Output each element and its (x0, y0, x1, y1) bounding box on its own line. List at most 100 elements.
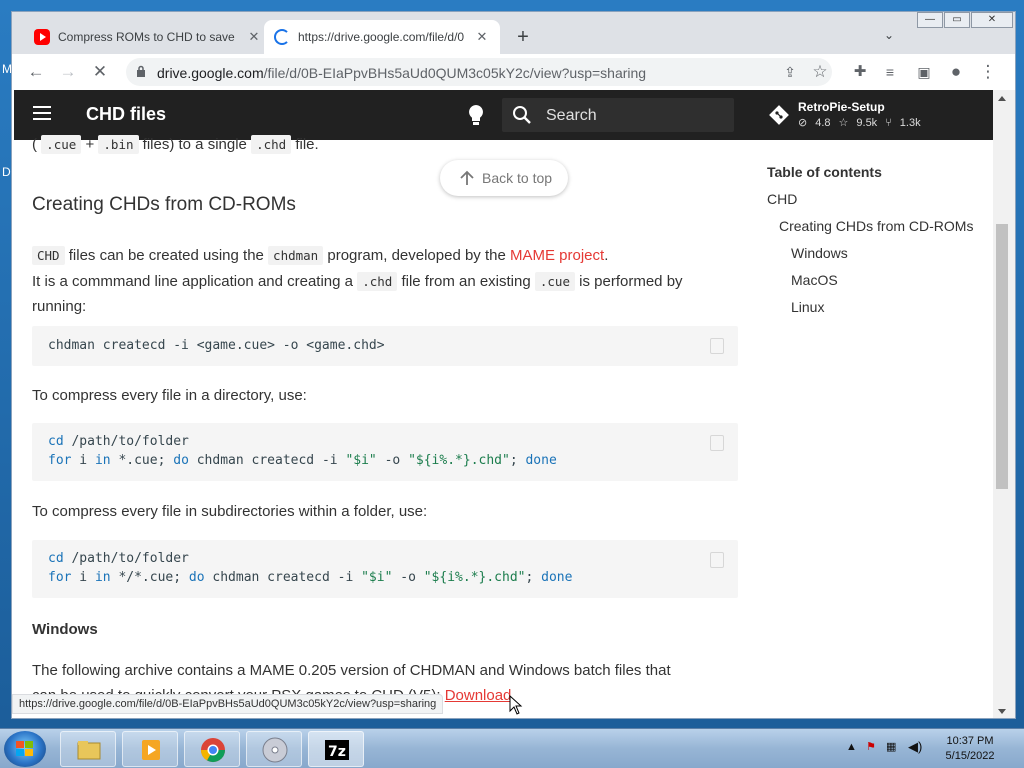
repo-stars: 9.5k (856, 117, 878, 129)
fork-icon: ⑂ (885, 117, 892, 129)
download-link[interactable]: Download (445, 687, 512, 704)
repo-link[interactable]: RetroPie-Setup ⊘ 4.8 ☆ 9.5k ⑂ 1.3k (768, 98, 968, 132)
section-heading-windows: Windows (32, 621, 98, 638)
page-viewport: CHD files Search RetroPie-Setup ⊘ 4.8 ☆ 9.5… (12, 90, 993, 718)
toc-item-linux[interactable]: Linux (791, 299, 824, 315)
share-icon[interactable]: ⇪ (780, 62, 800, 82)
paragraph: To compress every file in a directory, u… (32, 387, 307, 404)
volume-icon[interactable]: ◀) (908, 739, 922, 755)
clock[interactable]: 10:37 PM 5/15/2022 (935, 734, 1005, 764)
code-block: cd /path/to/folder for i in */*.cue; do … (32, 540, 738, 598)
profile-avatar-icon[interactable]: ● (946, 62, 966, 82)
repo-name: RetroPie-Setup (798, 100, 885, 114)
disc-icon (262, 737, 288, 763)
minimize-icon[interactable]: — (917, 12, 943, 28)
tab-search-chevron-icon[interactable]: ⌄ (884, 28, 894, 42)
svg-text:7z: 7z (328, 744, 346, 760)
clock-date: 5/15/2022 (945, 750, 995, 762)
back-to-top-label: Back to top (482, 170, 553, 186)
mouse-cursor-icon (509, 695, 523, 715)
paragraph: To compress every file in subdirectories… (32, 503, 428, 520)
extensions-puzzle-icon[interactable]: ✚ (850, 62, 870, 82)
paragraph: The following archive contains a MAME 0.… (32, 662, 671, 679)
scroll-down-icon[interactable] (998, 709, 1006, 714)
start-button[interactable] (4, 731, 46, 767)
page-title: CHD files (86, 104, 167, 124)
network-icon[interactable]: ▦ (886, 740, 896, 753)
mame-project-link[interactable]: MAME project (510, 247, 604, 264)
star-icon: ☆ (838, 117, 849, 129)
chrome-icon (201, 738, 225, 763)
repo-facts: ⊘ 4.8 ☆ 9.5k ⑂ 1.3k (798, 116, 929, 129)
browser-window: Compress ROMs to CHD to save ✕ https://d… (11, 11, 1016, 719)
close-tab-icon[interactable]: ✕ (246, 29, 262, 45)
search-icon (513, 106, 531, 124)
folder-icon (77, 741, 101, 760)
scroll-up-icon[interactable] (998, 96, 1006, 101)
taskbar-chrome[interactable] (184, 731, 240, 767)
toc-item-creating-chds[interactable]: Creating CHDs from CD-ROMs (779, 218, 973, 234)
page-scrollbar[interactable] (993, 90, 1015, 718)
system-tray: ▲ ⚑ ▦ ◀) 10:37 PM 5/15/2022 (840, 729, 1024, 768)
youtube-icon (34, 29, 50, 45)
windows-taskbar: 7z ▲ ⚑ ▦ ◀) 10:37 PM 5/15/2022 (0, 728, 1024, 768)
close-tab-icon[interactable]: ✕ (474, 29, 490, 45)
hamburger-menu-icon[interactable] (33, 106, 51, 120)
previous-paragraph-fragment: ( .cue + .bin files) to a single .chd fi… (32, 135, 319, 154)
copy-icon[interactable] (710, 338, 724, 354)
taskbar-media-player[interactable] (122, 731, 178, 767)
address-bar[interactable]: drive.google.com/file/d/0B-EIaPpvBHs5aUd… (126, 58, 832, 86)
browser-toolbar: ← → ✕ drive.google.com/file/d/0B-EIaPpvB… (12, 54, 1015, 90)
back-to-top-button[interactable]: Back to top (440, 160, 568, 196)
bookmark-star-icon[interactable]: ☆ (810, 62, 830, 82)
7zip-icon: 7z (325, 740, 349, 760)
tab-strip: Compress ROMs to CHD to save ✕ https://d… (12, 12, 1015, 54)
new-tab-plus-icon[interactable]: + (510, 25, 536, 51)
menu-kebab-icon[interactable]: ⋮ (978, 62, 998, 82)
toc-title: Table of contents (767, 164, 882, 180)
site-search[interactable]: Search (502, 98, 734, 132)
status-bar-url: https://drive.google.com/file/d/0B-EIaPp… (12, 694, 444, 714)
tab-drive[interactable]: https://drive.google.com/file/d/0 ✕ (264, 20, 500, 54)
taskbar-explorer[interactable] (60, 731, 116, 767)
scrollbar-thumb[interactable] (996, 224, 1008, 489)
arrow-up-icon (460, 170, 474, 185)
code-block: chdman createcd -i <game.cue> -o <game.c… (32, 326, 738, 366)
toc-item-windows[interactable]: Windows (791, 245, 848, 261)
side-panel-icon[interactable]: ▣ (914, 62, 934, 82)
action-center-flag-icon[interactable]: ⚑ (866, 740, 876, 753)
forward-arrow-icon[interactable]: → (58, 62, 78, 82)
desktop-icon-fragment: D (2, 165, 11, 179)
maximize-icon[interactable]: ▭ (944, 12, 970, 28)
back-arrow-icon[interactable]: ← (26, 62, 46, 82)
paragraph: running: (32, 298, 87, 315)
taskbar-7zip[interactable]: 7z (308, 731, 364, 767)
repo-forks: 1.3k (899, 117, 921, 129)
show-hidden-icons-icon[interactable]: ▲ (846, 741, 857, 753)
taskbar-disc-app[interactable] (246, 731, 302, 767)
windows-logo-icon (16, 741, 33, 756)
toc-item-chd[interactable]: CHD (767, 191, 797, 207)
tab-title: Compress ROMs to CHD to save (58, 30, 235, 44)
close-window-icon[interactable]: ✕ (971, 12, 1013, 28)
loading-spinner-icon (274, 29, 290, 45)
tab-title: https://drive.google.com/file/d/0 (298, 30, 465, 44)
clock-time: 10:37 PM (946, 735, 994, 747)
code-block: cd /path/to/folder for i in *.cue; do ch… (32, 423, 738, 481)
repo-version: 4.8 (815, 117, 831, 129)
lock-icon (137, 65, 145, 77)
url-text: drive.google.com/file/d/0B-EIaPpvBHs5aUd… (157, 65, 647, 81)
theme-toggle-bulb-icon[interactable] (468, 104, 484, 126)
search-placeholder: Search (546, 107, 597, 124)
copy-icon[interactable] (710, 552, 724, 568)
copy-icon[interactable] (710, 435, 724, 451)
section-heading: Creating CHDs from CD-ROMs (32, 194, 296, 215)
media-player-icon (142, 740, 160, 760)
tab-youtube[interactable]: Compress ROMs to CHD to save ✕ (24, 20, 272, 54)
stop-loading-icon[interactable]: ✕ (90, 62, 110, 82)
toc-item-macos[interactable]: MacOS (791, 272, 838, 288)
git-icon (769, 105, 789, 125)
reading-list-icon[interactable]: ≡ (880, 62, 900, 82)
tag-icon: ⊘ (798, 117, 808, 129)
paragraph: CHD files can be created using the chdma… (32, 243, 608, 268)
